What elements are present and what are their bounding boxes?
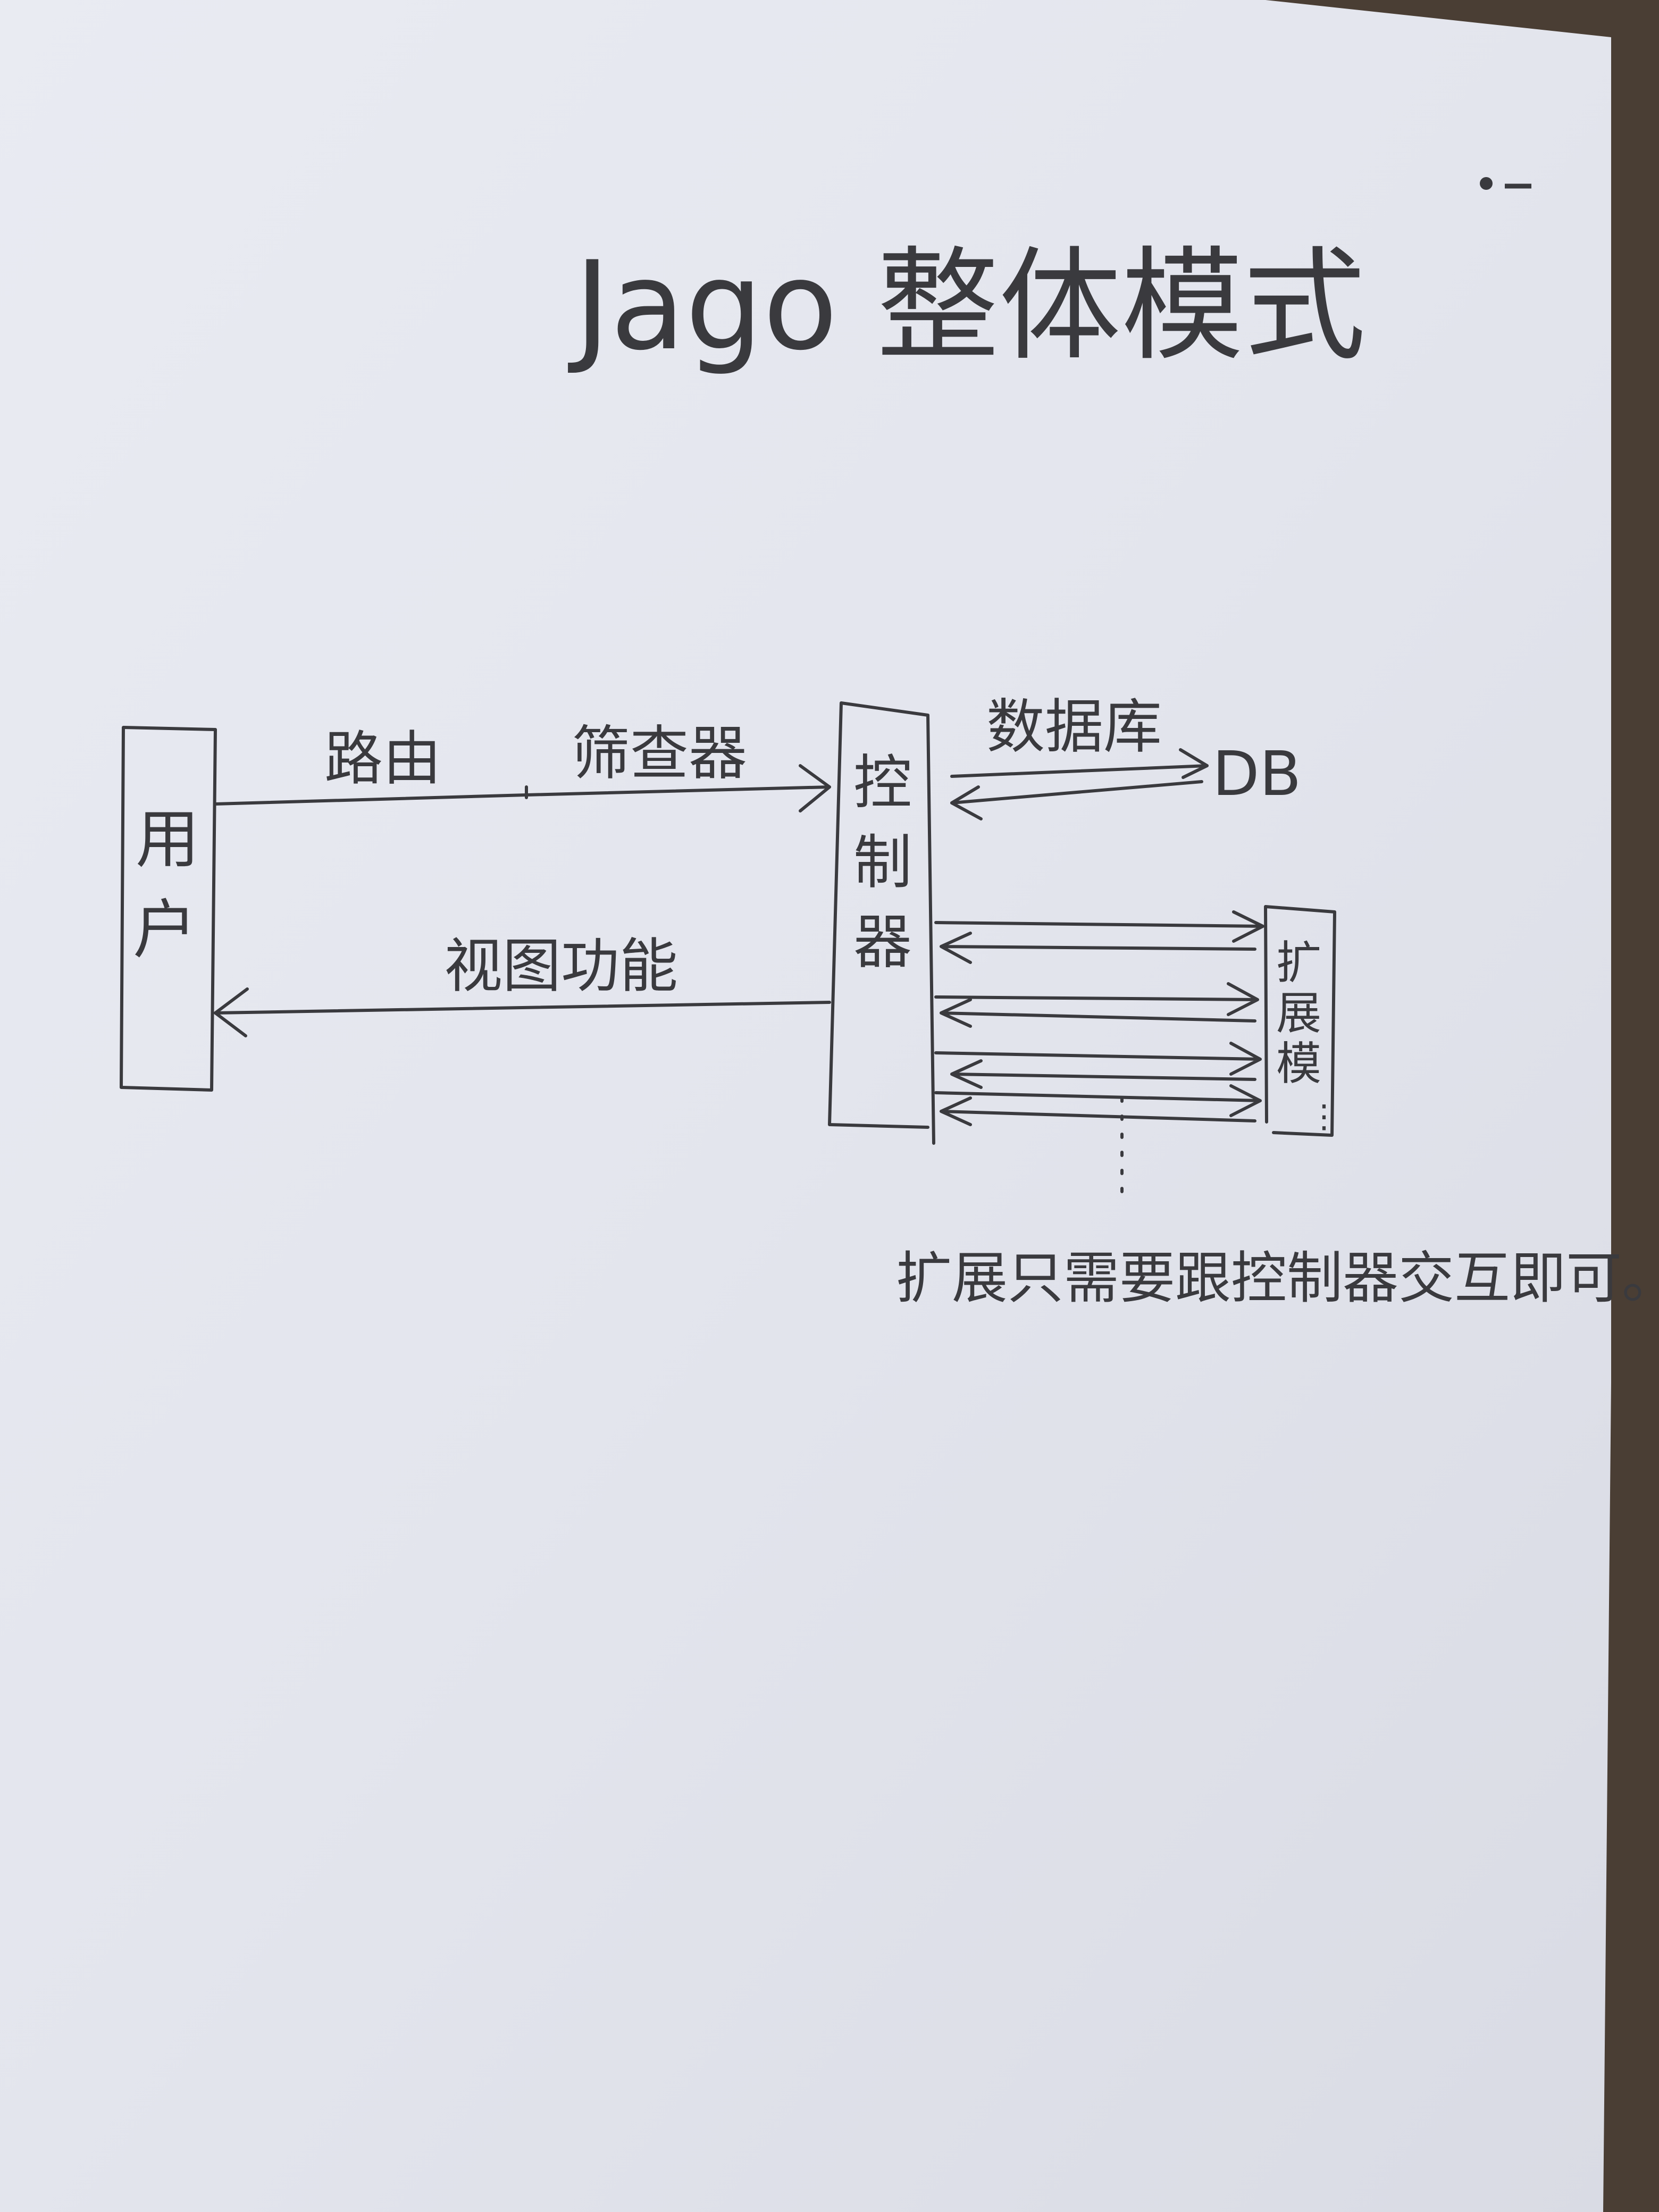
user-label-2: 户 [133,893,197,967]
user-label-1: 用 [136,803,199,877]
database-label: 数据库 [986,693,1162,761]
note-text: 扩展只需要跟控制器交互即可。 [896,1246,1659,1311]
controller-label-2: 制 [853,828,912,896]
controller-label-1: 控 [853,749,912,817]
view-label: 视图功能 [444,932,678,1000]
filter-label: 筛查器 [572,719,747,787]
extension-label-2: 展 [1276,987,1321,1040]
paper-mark [1480,177,1493,190]
route-label: 路由 [324,725,441,793]
diagram-photo: Jago 整体模式 用 户 控 制 器 扩 展 模 块 ⋮ DB 路由 筛查器 … [0,0,1659,2212]
diagram-title: Jago 整体模式 [568,236,1366,378]
controller-label-3: 器 [853,908,912,976]
extension-ellipsis: ⋮ [1308,1098,1340,1135]
extension-label-3: 模 [1276,1038,1321,1091]
extension-label-1: 扩 [1276,937,1321,990]
db-node: DB [1212,739,1301,810]
